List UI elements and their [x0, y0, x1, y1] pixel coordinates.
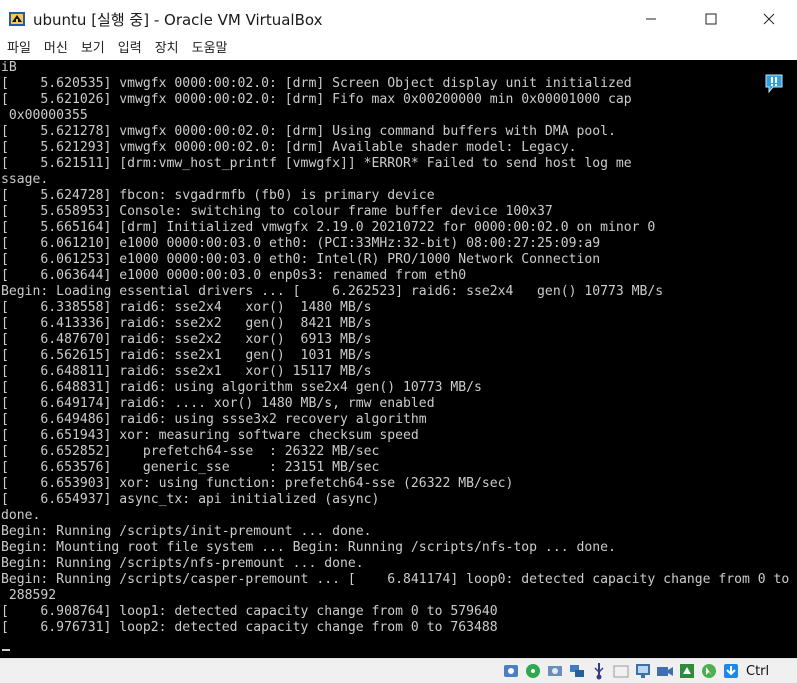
minimize-icon — [646, 18, 656, 20]
console-line: [ 6.648831] raid6: using algorithm sse2x… — [1, 380, 482, 395]
console-line: [ 5.621278] vmwgfx 0000:00:02.0: [drm] U… — [1, 124, 616, 139]
console-line: done. — [1, 508, 41, 523]
window-title: ubuntu [실행 중] - Oracle VM VirtualBox — [33, 11, 323, 29]
console-line: [ 6.413336] raid6: sse2x2 gen() 8421 MB/… — [1, 316, 372, 331]
console-line: [ 6.908764] loop1: detected capacity cha… — [1, 604, 498, 619]
display-icon[interactable] — [634, 662, 652, 680]
console-line: Begin: Running /scripts/casper-premount … — [1, 572, 790, 587]
console-line: [ 6.654937] async_tx: api initialized (a… — [1, 492, 380, 507]
usb-icon[interactable] — [590, 662, 608, 680]
console-line: [ 5.621293] vmwgfx 0000:00:02.0: [drm] A… — [1, 140, 577, 155]
console-line: [ 5.621511] [drm:vmw_host_printf [vmwgfx… — [1, 156, 632, 171]
console-line: 288592 — [1, 588, 57, 603]
mouse-integration-icon[interactable] — [700, 662, 718, 680]
console-line: [ 6.562615] raid6: sse2x1 gen() 1031 MB/… — [1, 348, 372, 363]
console-line: [ 6.063644] e1000 0000:00:03.0 enp0s3: r… — [1, 268, 467, 283]
notification-icon[interactable] — [764, 73, 784, 95]
shared-folder-icon[interactable] — [612, 662, 630, 680]
console-line: 0x00000355 — [1, 108, 88, 123]
console-line: [ 6.338558] raid6: sse2x4 xor() 1480 MB/… — [1, 300, 372, 315]
console-line: [ 5.620535] vmwgfx 0000:00:02.0: [drm] S… — [1, 76, 632, 91]
console-line: [ 6.651943] xor: measuring software chec… — [1, 428, 419, 443]
console-line: [ 5.658953] Console: switching to colour… — [1, 204, 553, 219]
status-bar: Ctrl — [0, 658, 797, 683]
minimize-button[interactable] — [628, 0, 674, 38]
console-line: [ 6.653576] generic_sse : 23151 MB/sec — [1, 460, 380, 475]
host-key-label: Ctrl — [746, 663, 770, 679]
network-icon[interactable] — [568, 662, 586, 680]
console-line: Begin: Running /scripts/nfs-premount ...… — [1, 556, 364, 571]
title-bar: ubuntu [실행 중] - Oracle VM VirtualBox — [0, 0, 797, 38]
menu-bar: 파일 머신 보기 입력 장치 도움말 — [0, 38, 797, 60]
menu-machine[interactable]: 머신 — [37, 38, 74, 60]
console-output: iB [ 5.620535] vmwgfx 0000:00:02.0: [drm… — [0, 60, 797, 636]
menu-input[interactable]: 입력 — [111, 38, 148, 60]
console-line: iB — [1, 60, 17, 75]
menu-view[interactable]: 보기 — [74, 38, 111, 60]
console-line: [ 5.665164] [drm] Initialized vmwgfx 2.1… — [1, 220, 656, 235]
optical-drive-icon[interactable] — [524, 662, 542, 680]
console-line: [ 5.624728] fbcon: svgadrmfb (fb0) is pr… — [1, 188, 435, 203]
console-line: Begin: Loading essential drivers ... [ 6… — [1, 284, 664, 299]
video-capture-icon[interactable] — [656, 662, 674, 680]
console-line: [ 6.487670] raid6: sse2x2 xor() 6913 MB/… — [1, 332, 372, 347]
virtualbox-app-icon[interactable] — [8, 10, 26, 28]
console-line: [ 6.653903] xor: using function: prefetc… — [1, 476, 514, 491]
maximize-button[interactable] — [688, 0, 734, 38]
text-cursor — [2, 649, 10, 651]
console-line: [ 6.061210] e1000 0000:00:03.0 eth0: (PC… — [1, 236, 601, 251]
console-line: Begin: Running /scripts/init-premount ..… — [1, 524, 372, 539]
audio-icon[interactable] — [546, 662, 564, 680]
console-line: [ 6.652852] prefetch64-sse : 26322 MB/se… — [1, 444, 380, 459]
menu-help[interactable]: 도움말 — [185, 38, 234, 60]
menu-file[interactable]: 파일 — [0, 38, 37, 60]
console-line: Begin: Mounting root file system ... Beg… — [1, 540, 616, 555]
menu-devices[interactable]: 장치 — [148, 38, 185, 60]
close-button[interactable] — [746, 0, 792, 38]
console-line: [ 6.976731] loop2: detected capacity cha… — [1, 620, 498, 635]
keyboard-capture-icon[interactable] — [722, 662, 740, 680]
console-line: [ 6.648811] raid6: sse2x1 xor() 15117 MB… — [1, 364, 372, 379]
hard-disk-icon[interactable] — [502, 662, 520, 680]
virtualization-icon[interactable] — [678, 662, 696, 680]
console-line: [ 6.061253] e1000 0000:00:03.0 eth0: Int… — [1, 252, 601, 267]
console-line: [ 5.621026] vmwgfx 0000:00:02.0: [drm] F… — [1, 92, 632, 107]
close-icon — [763, 13, 775, 25]
console-line: [ 6.649174] raid6: .... xor() 1480 MB/s,… — [1, 396, 435, 411]
maximize-icon — [705, 13, 717, 25]
console-line: [ 6.649486] raid6: using ssse3x2 recover… — [1, 412, 427, 427]
console-line: ssage. — [1, 172, 49, 187]
vm-console[interactable]: iB [ 5.620535] vmwgfx 0000:00:02.0: [drm… — [0, 60, 797, 658]
